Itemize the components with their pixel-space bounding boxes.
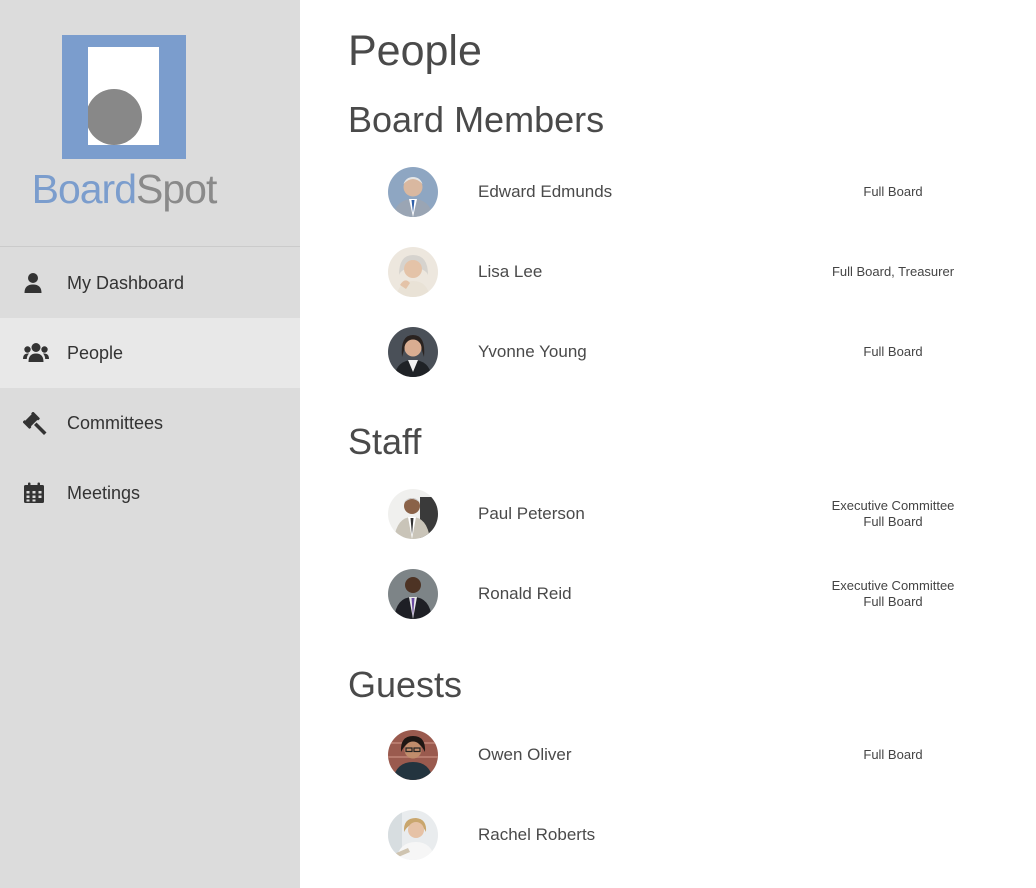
sidebar: BoardSpot My Dashboard People Committees… [0, 0, 300, 888]
user-icon [23, 272, 45, 294]
avatar [388, 810, 438, 860]
section-title-staff: Staff [348, 421, 422, 462]
boardspot-logo-icon [62, 35, 186, 159]
person-name: Edward Edmunds [478, 182, 613, 201]
person-row[interactable]: Yvonne Young Full Board [300, 322, 1036, 382]
avatar [388, 489, 438, 539]
person-name: Yvonne Young [478, 342, 587, 361]
page-title: People [348, 27, 482, 75]
sidebar-item-label: My Dashboard [67, 273, 185, 293]
sidebar-nav: My Dashboard People Committees Meetings [0, 248, 300, 528]
gavel-icon [22, 411, 47, 435]
calendar-icon [23, 482, 45, 504]
sidebar-item-label: Meetings [67, 483, 141, 503]
avatar [388, 247, 438, 297]
logo-text-board: Board [31, 166, 137, 212]
person-row[interactable]: Lisa Lee Full Board, Treasurer [300, 242, 1036, 302]
sidebar-item-meetings[interactable]: Meetings [0, 458, 300, 528]
person-row[interactable]: Rachel Roberts [300, 805, 1036, 865]
person-role: Full Board [863, 594, 923, 609]
person-row[interactable]: Edward Edmunds Full Board [300, 162, 1036, 222]
person-role: Full Board [863, 184, 923, 199]
person-name: Paul Peterson [478, 504, 585, 523]
main-content: People Board Members Edward Edmunds Full… [300, 0, 1036, 888]
person-name: Rachel Roberts [478, 825, 596, 844]
logo-text-spot: Spot [136, 166, 217, 212]
person-name: Ronald Reid [478, 584, 572, 603]
section-title-board-members: Board Members [348, 99, 605, 140]
person-row[interactable]: Ronald Reid Executive Committee Full Boa… [300, 564, 1036, 624]
avatar [388, 167, 438, 217]
sidebar-item-my-dashboard[interactable]: My Dashboard [0, 248, 300, 318]
sidebar-item-label: People [67, 343, 124, 363]
person-role: Full Board [863, 344, 923, 359]
section-title-guests: Guests [348, 664, 463, 705]
sidebar-item-people[interactable]: People [0, 318, 300, 388]
avatar [388, 327, 438, 377]
person-role: Full Board, Treasurer [831, 264, 955, 279]
avatar [388, 569, 438, 619]
person-role: Full Board [863, 747, 923, 762]
person-name: Owen Oliver [478, 745, 572, 764]
sidebar-item-label: Committees [67, 413, 164, 433]
logo-area: BoardSpot [0, 0, 300, 247]
person-role: Executive Committee [831, 578, 955, 593]
person-name: Lisa Lee [478, 262, 543, 281]
person-row[interactable]: Paul Peterson Executive Committee Full B… [300, 484, 1036, 544]
users-icon [23, 342, 49, 364]
person-role: Full Board [863, 514, 923, 529]
logo-wordmark: BoardSpot [0, 166, 248, 212]
sidebar-item-committees[interactable]: Committees [0, 388, 300, 458]
person-row[interactable]: Owen Oliver Full Board [300, 725, 1036, 785]
person-role: Executive Committee [831, 498, 955, 513]
avatar [388, 730, 438, 780]
